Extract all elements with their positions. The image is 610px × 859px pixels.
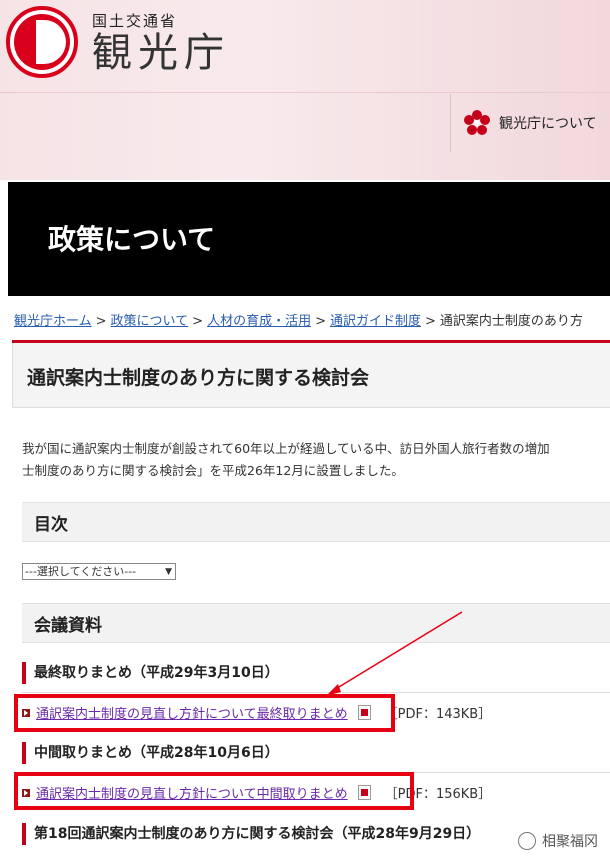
wechat-icon <box>518 832 536 850</box>
watermark-text: 相聚福冈 <box>542 834 598 850</box>
watermark: 相聚福冈 <box>518 831 598 851</box>
annotation-arrow-icon <box>326 611 463 696</box>
